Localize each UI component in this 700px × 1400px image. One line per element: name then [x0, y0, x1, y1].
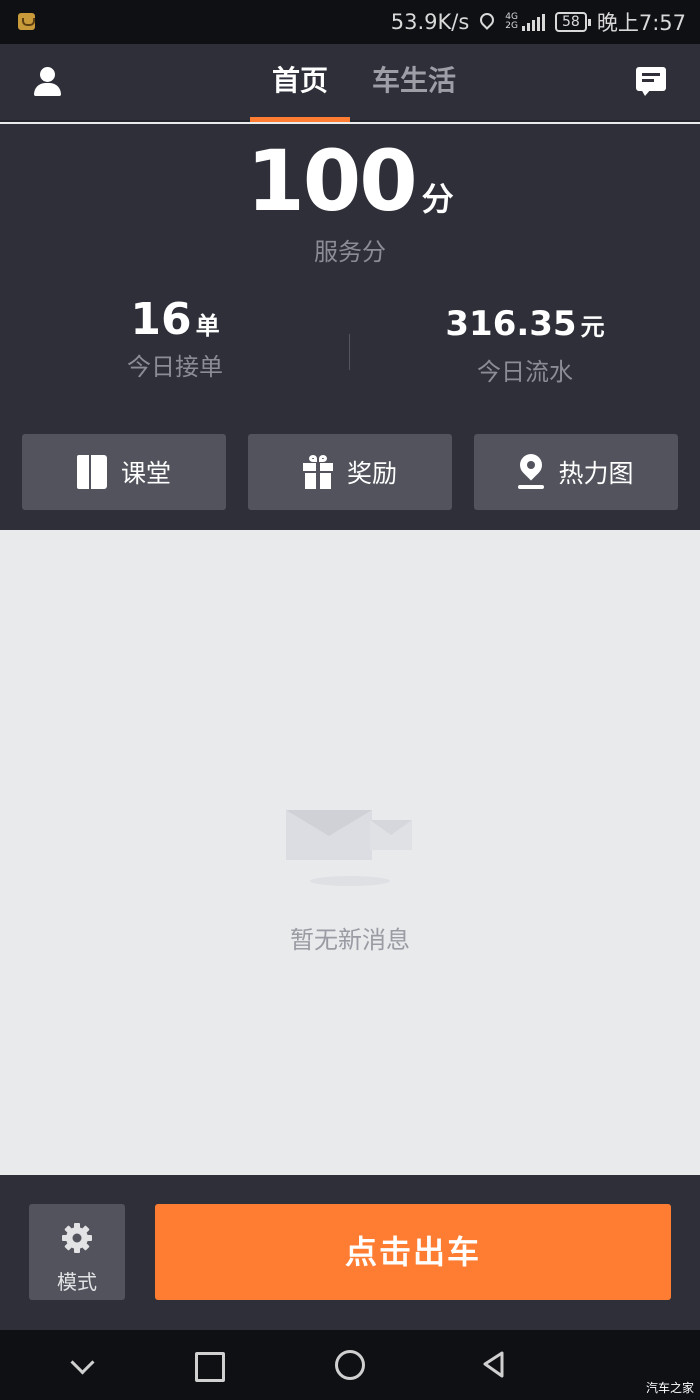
today-income: 316.35 元 今日流水 — [350, 294, 700, 387]
empty-messages-text: 暂无新消息 — [290, 926, 410, 954]
back-icon[interactable] — [480, 1350, 510, 1380]
notification-app-icon — [18, 13, 35, 30]
today-orders-value: 16 — [130, 294, 192, 345]
today-orders-label: 今日接单 — [127, 353, 223, 381]
clock: 晚上7:57 — [596, 11, 686, 35]
today-income-label: 今日流水 — [477, 358, 573, 386]
today-income-unit: 元 — [580, 313, 605, 341]
service-score: 100 分 — [0, 132, 700, 230]
service-score-value: 100 — [246, 132, 417, 230]
classroom-label: 课堂 — [120, 459, 171, 488]
recent-apps-icon[interactable] — [193, 1350, 225, 1382]
user-icon — [40, 67, 55, 82]
tab-bar: 首页 车生活 — [250, 44, 462, 122]
system-navigation-bar: 汽车之家 — [0, 1330, 700, 1400]
rewards-label: 奖励 — [346, 459, 397, 488]
network-speed: 53.9K/s — [390, 10, 470, 34]
signal-icon: 4G 2G — [505, 13, 545, 31]
location-icon — [479, 13, 495, 31]
watermark: 汽车之家 — [645, 1381, 694, 1395]
start-driving-button[interactable]: 点击出车 — [155, 1204, 671, 1300]
network-type-bottom: 2G — [505, 21, 518, 31]
mode-label: 模式 — [57, 1270, 97, 1294]
home-icon[interactable] — [335, 1350, 365, 1380]
battery-indicator: 58 — [555, 12, 591, 32]
status-bar: 53.9K/s 4G 2G 58 晚上7:57 — [0, 0, 700, 44]
today-income-value: 316.35 — [445, 304, 577, 344]
map-pin-icon — [515, 449, 548, 490]
driver-stats-panel: 100 分 服务分 16 单 今日接单 316.35 元 今日流水 课堂 奖励 热力图 — [0, 124, 700, 530]
service-score-label: 服务分 — [314, 238, 386, 266]
messages-button[interactable] — [636, 67, 666, 97]
today-orders-unit: 单 — [195, 312, 220, 340]
bottom-action-bar: 模式 点击出车 — [0, 1175, 700, 1330]
book-icon — [76, 455, 107, 489]
heatmap-label: 热力图 — [558, 459, 634, 488]
service-score-unit: 分 — [421, 180, 454, 218]
top-navigation: 首页 车生活 — [0, 44, 700, 122]
gear-icon — [62, 1223, 92, 1253]
user-profile-button[interactable] — [28, 62, 68, 102]
tab-car-life[interactable]: 车生活 — [366, 44, 462, 122]
today-orders: 16 单 今日接单 — [0, 294, 350, 382]
message-list-area: 暂无新消息 — [0, 530, 700, 1175]
gift-icon — [302, 455, 333, 489]
mode-button[interactable]: 模式 — [29, 1204, 125, 1300]
tab-home[interactable]: 首页 — [250, 44, 350, 122]
rewards-button[interactable]: 奖励 — [248, 434, 452, 510]
classroom-button[interactable]: 课堂 — [22, 434, 226, 510]
empty-envelope-icon — [286, 810, 416, 890]
heatmap-button[interactable]: 热力图 — [474, 434, 678, 510]
collapse-chevron-icon[interactable] — [68, 1350, 98, 1380]
